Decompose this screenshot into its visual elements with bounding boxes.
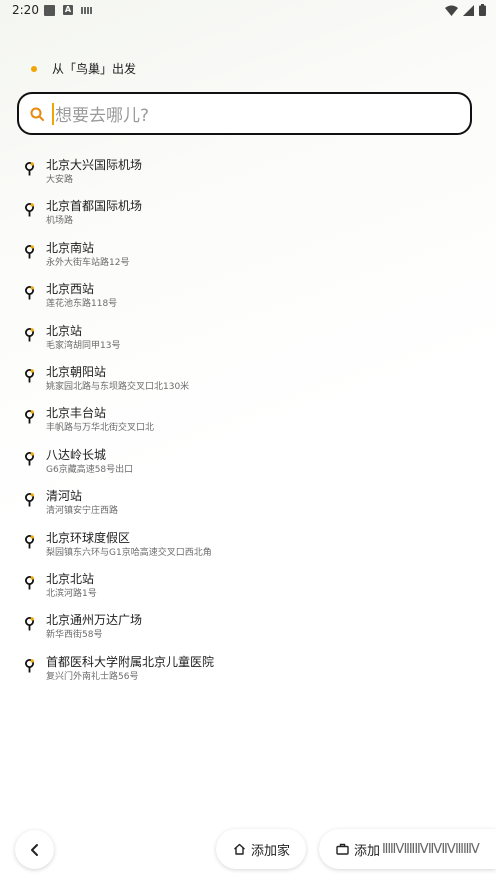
status-bar: 2:20 A [0, 0, 496, 22]
wifi-icon [445, 5, 458, 16]
battery-icon [479, 4, 486, 16]
place-name: 八达岭长城 [46, 447, 107, 462]
status-right-icons [445, 4, 486, 16]
place-address: G6京藏高速58号出口 [46, 464, 134, 475]
search-input[interactable]: 想要去哪儿? [17, 92, 472, 135]
briefcase-icon [336, 843, 349, 855]
location-pin-icon [25, 286, 34, 300]
notification-grid-icon [81, 7, 92, 14]
notification-a-icon: A [63, 5, 73, 15]
place-address: 姚家园北路与东坝路交叉口北130米 [46, 381, 190, 392]
place-name: 北京站 [46, 323, 83, 338]
list-item[interactable]: 北京北站北滨河路1号 [0, 567, 496, 608]
suggestion-list: 北京大兴国际机场大安路北京首都国际机场机场路北京南站永外大街车站路12号北京西站… [0, 153, 496, 691]
location-pin-icon [25, 575, 34, 590]
text-cursor [52, 102, 54, 125]
search-placeholder: 想要去哪儿? [55, 106, 150, 126]
location-pin-icon [25, 617, 34, 631]
place-name: 北京南站 [46, 240, 95, 255]
place-address: 梨园镇东六环与G1京哈高速交叉口西北角 [46, 547, 212, 558]
place-name: 首都医科大学附属北京儿童医院 [46, 654, 215, 669]
location-pin-icon [25, 244, 34, 259]
origin-dot-icon [31, 65, 37, 72]
list-item[interactable]: 北京环球度假区梨园镇东六环与G1京哈高速交叉口西北角 [0, 526, 496, 567]
notification-square-icon [44, 5, 55, 16]
add-home-button[interactable]: 添加家 [216, 829, 306, 869]
place-name: 清河站 [46, 489, 83, 504]
bottom-bar: 添加家 添加 ⁠ⅡⅢⅦⅡⅡⅦⅦⅧⅢⅤ [0, 828, 496, 872]
location-pin-icon [25, 203, 34, 217]
location-pin-icon [25, 327, 34, 342]
list-item[interactable]: 北京丰台站丰帆路与万华北街交叉口北 [0, 401, 496, 442]
location-pin-icon [25, 451, 34, 466]
list-item[interactable]: 北京南站永外大街车站路12号 [0, 236, 496, 277]
add-home-label: 添加家 [251, 843, 291, 859]
place-address: 新华西街58号 [46, 630, 103, 641]
place-name: 北京首都国际机场 [46, 199, 143, 214]
place-address: 毛家湾胡同甲13号 [46, 340, 121, 351]
list-item[interactable]: 北京站毛家湾胡同甲13号 [0, 319, 496, 360]
add-work-label: 添加 [354, 843, 381, 859]
chevron-left-icon [30, 843, 38, 856]
add-work-overflow-text: ⁠ⅡⅢⅦⅡⅡⅦⅦⅧⅢⅤ [382, 841, 480, 857]
list-item[interactable]: 清河站清河镇安宁庄西路 [0, 484, 496, 525]
list-item[interactable]: 北京大兴国际机场大安路 [0, 153, 496, 194]
place-name: 北京大兴国际机场 [46, 158, 143, 172]
home-icon [234, 843, 245, 855]
place-name: 北京朝阳站 [46, 364, 107, 379]
list-item[interactable]: 北京西站莲花池东路118号 [0, 277, 496, 318]
place-name: 北京北站 [46, 571, 95, 586]
location-pin-icon [25, 493, 34, 507]
location-pin-icon [25, 162, 34, 176]
place-name: 北京通州万达广场 [46, 613, 143, 628]
list-item[interactable]: 八达岭长城 G6京藏高速58号出口 [0, 443, 496, 484]
place-address: 北滨河路1号 [46, 588, 97, 599]
place-address: 莲花池东路118号 [46, 299, 118, 310]
list-item[interactable]: 北京朝阳站姚家园北路与东坝路交叉口北130米 [0, 360, 496, 401]
search-icon [30, 107, 44, 121]
location-pin-icon [25, 410, 34, 424]
status-time: 2:20 [12, 3, 39, 17]
origin-row[interactable]: 从「鸟巢」出发 [31, 60, 136, 77]
signal-icon [463, 4, 474, 16]
list-item[interactable]: 首都医科大学附属北京儿童医院复兴门外南礼士路56号 [0, 650, 496, 691]
location-pin-icon [25, 368, 34, 383]
place-address: 永外大街车站路12号 [46, 257, 130, 268]
place-name: 北京西站 [46, 282, 95, 297]
place-name: 北京环球度假区 [46, 530, 131, 545]
origin-text: 从「鸟巢」出发 [52, 62, 137, 76]
place-address: 机场路 [46, 216, 74, 227]
back-button[interactable] [15, 830, 54, 869]
location-pin-icon [25, 534, 34, 549]
add-work-button[interactable]: 添加 ⁠ⅡⅢⅦⅡⅡⅦⅦⅧⅢⅤ [319, 829, 496, 869]
place-address: 大安路 [46, 175, 74, 185]
list-item[interactable]: 北京通州万达广场新华西街58号 [0, 608, 496, 649]
place-address: 复兴门外南礼士路56号 [46, 671, 139, 682]
place-name: 北京丰台站 [46, 406, 107, 421]
place-address: 丰帆路与万华北街交叉口北 [46, 423, 155, 434]
location-pin-icon [25, 658, 34, 673]
list-item[interactable]: 北京首都国际机场机场路 [0, 194, 496, 235]
place-address: 清河镇安宁庄西路 [46, 506, 119, 517]
